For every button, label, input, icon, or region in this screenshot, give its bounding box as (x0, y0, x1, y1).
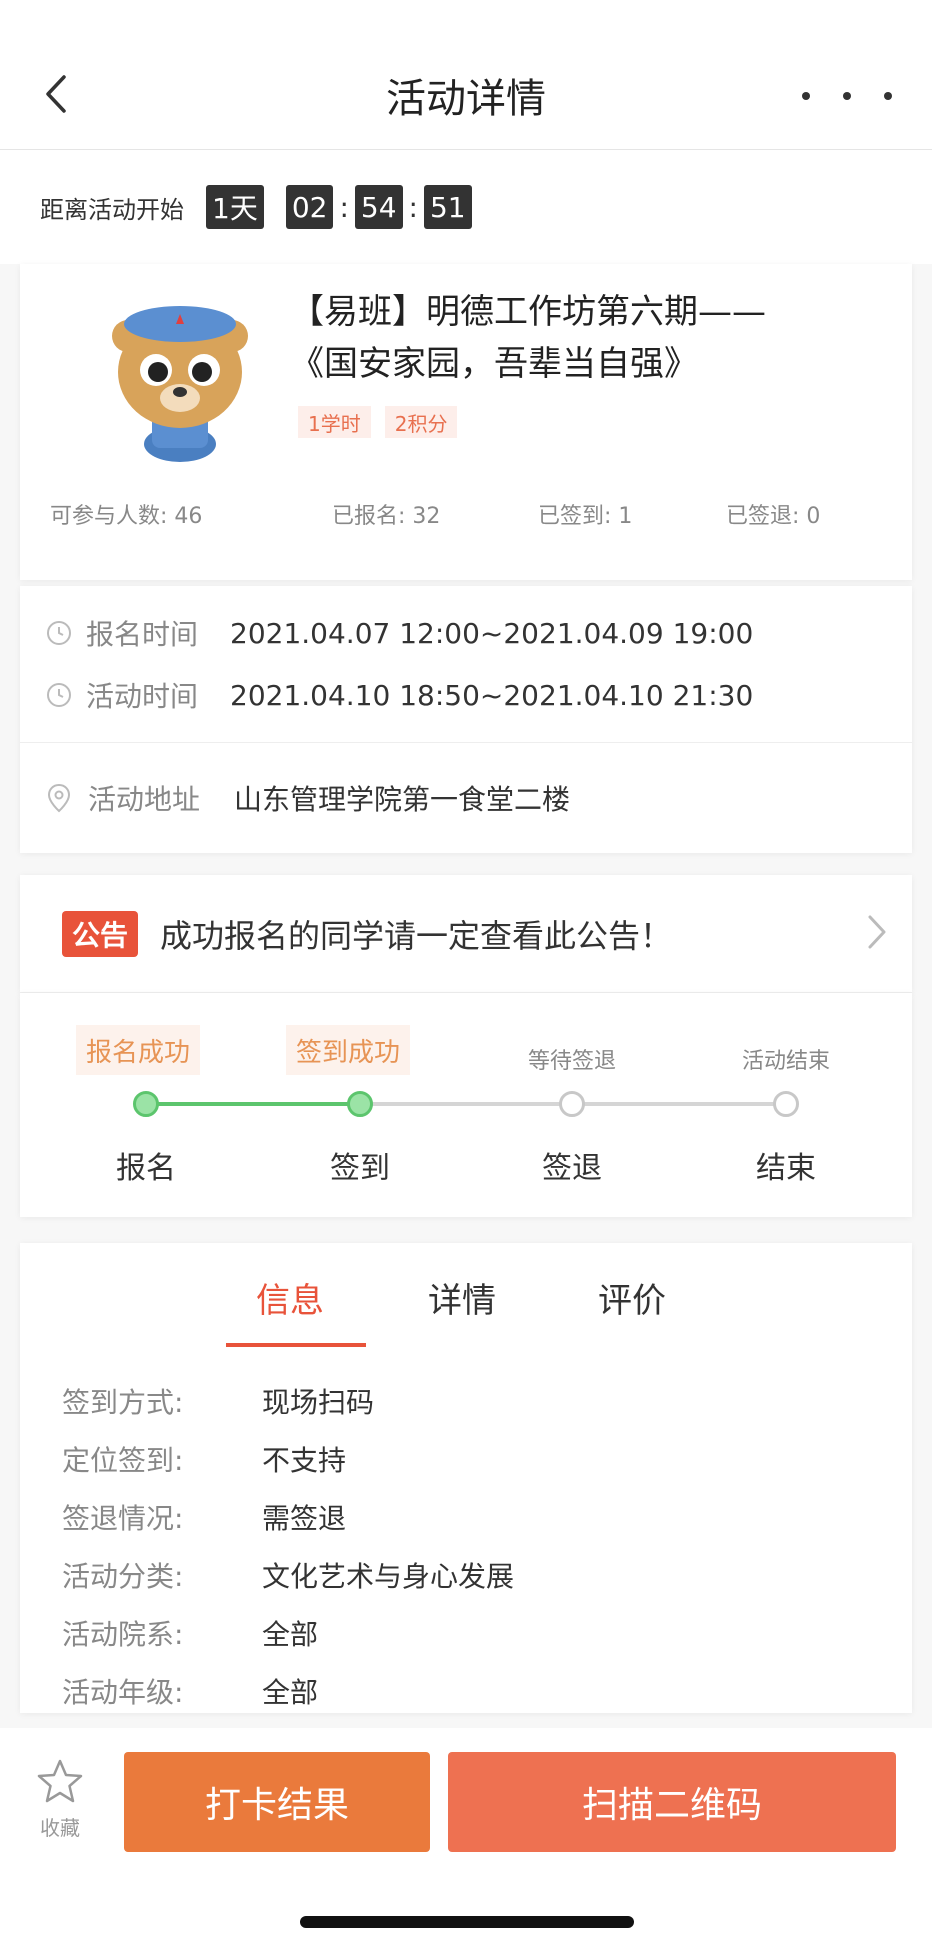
more-dot (843, 92, 851, 100)
activity-time-row: 活动时间 2021.04.10 18:50~2021.04.10 21:30 (20, 664, 912, 726)
info-row: 签退情况: 需签退 (62, 1497, 346, 1537)
info-key: 活动分类: (62, 1560, 184, 1593)
info-key: 活动院系: (62, 1618, 184, 1651)
activity-tags: 1学时 2积分 (298, 406, 471, 438)
info-row: 活动年级: 全部 (62, 1671, 318, 1711)
info-key: 签退情况: (62, 1502, 184, 1535)
step-status: 等待签退 (527, 1049, 617, 1074)
info-value: 不支持 (262, 1444, 347, 1477)
progress-steps: 报名成功 签到成功 等待签退 活动结束 报名 签到 签退 结束 (20, 993, 912, 1217)
step-status: 活动结束 (741, 1049, 831, 1074)
info-value: 现场扫码 (262, 1386, 375, 1419)
activity-title-line: 【易班】明德工作坊第六期—— (290, 292, 766, 332)
info-key: 活动年级: (62, 1676, 184, 1709)
register-time-row: 报名时间 2021.04.07 12:00~2021.04.09 19:00 (20, 602, 912, 664)
page-title: 活动详情 (386, 76, 546, 122)
activity-card: 【易班】明德工作坊第六期—— 《国安家园，吾辈当自强》 1学时 2积分 可参与人… (20, 264, 912, 580)
stat-capacity: 可参与人数: 46 (50, 504, 203, 529)
info-row: 定位签到: 不支持 (62, 1439, 346, 1479)
stat-signed-out: 已签退: 0 (726, 504, 821, 529)
step-node (347, 1091, 373, 1117)
countdown-bar: 距离活动开始 1天 02 : 54 : 51 (0, 150, 932, 264)
step-node (133, 1091, 159, 1117)
info-value: 全部 (262, 1676, 319, 1709)
favorite-button[interactable]: 收藏 (30, 1758, 90, 1841)
tab-info[interactable]: 信息 (256, 1273, 324, 1322)
more-dots-icon (802, 92, 810, 100)
notice-text: 成功报名的同学请一定查看此公告！ (160, 916, 673, 955)
activity-title: 【易班】明德工作坊第六期—— 《国安家园，吾辈当自强》 (290, 286, 910, 390)
points-tag: 2积分 (384, 406, 458, 438)
navbar: 活动详情 (0, 40, 932, 150)
checkin-result-button[interactable]: 打卡结果 (124, 1752, 430, 1852)
tab-bar: 信息 详情 评价 (20, 1243, 912, 1353)
info-value: 需签退 (262, 1502, 347, 1535)
info-row: 活动院系: 全部 (62, 1613, 318, 1653)
location-pin-icon (47, 783, 71, 813)
countdown-separator: : (339, 190, 349, 224)
notice-bar[interactable]: 公告 成功报名的同学请一定查看此公告！ (20, 875, 912, 993)
back-button[interactable] (36, 66, 76, 122)
address-row: 活动地址 山东管理学院第一食堂二楼 (20, 743, 912, 853)
clock-icon (47, 621, 71, 645)
favorite-label: 收藏 (40, 1816, 80, 1840)
stat-registered: 已报名: 32 (332, 504, 441, 529)
tab-details[interactable]: 详情 (428, 1273, 496, 1322)
activity-time-label: 活动时间 (86, 680, 199, 713)
tab-active-indicator (226, 1343, 366, 1347)
step-node (773, 1091, 799, 1117)
star-icon (37, 1759, 83, 1803)
step-node (559, 1091, 585, 1117)
bear-mascot-icon (112, 306, 248, 462)
progress-track-done (146, 1102, 360, 1106)
step-status: 签到成功 (286, 1025, 411, 1075)
tab-reviews[interactable]: 评价 (598, 1273, 666, 1322)
more-button[interactable] (802, 76, 892, 116)
info-row: 签到方式: 现场扫码 (62, 1381, 374, 1421)
more-dot (884, 92, 892, 100)
step-label: 报名 (116, 1151, 176, 1186)
info-row: 活动分类: 文化艺术与身心发展 (62, 1555, 514, 1595)
home-indicator (300, 1916, 634, 1928)
bottom-action-bar: 收藏 打卡结果 扫描二维码 (0, 1728, 932, 1948)
address-label: 活动地址 (88, 783, 201, 816)
info-key: 定位签到: (62, 1444, 184, 1477)
info-key: 签到方式: (62, 1386, 184, 1419)
countdown-label: 距离活动开始 (40, 195, 184, 224)
countdown-hours: 02 (285, 185, 334, 229)
stat-signed-in: 已签到: 1 (538, 504, 633, 529)
step-status: 报名成功 (76, 1025, 201, 1075)
clock-icon (47, 683, 71, 707)
activity-title-line: 《国安家园，吾辈当自强》 (290, 344, 698, 384)
step-label: 签到 (330, 1151, 390, 1186)
chevron-right-icon (868, 915, 886, 949)
chevron-left-icon (46, 75, 66, 113)
time-card: 报名时间 2021.04.07 12:00~2021.04.09 19:00 活… (20, 586, 912, 853)
hours-tag: 1学时 (298, 406, 371, 438)
status-bar (0, 0, 932, 40)
countdown-minutes: 54 (354, 185, 403, 229)
step-label: 结束 (756, 1151, 816, 1186)
countdown-seconds: 51 (423, 185, 472, 229)
scan-qr-button[interactable]: 扫描二维码 (448, 1752, 896, 1852)
activity-time-value: 2021.04.10 18:50~2021.04.10 21:30 (230, 678, 754, 712)
activity-stats: 可参与人数: 46 已报名: 32 已签到: 1 已签退: 0 (20, 484, 912, 544)
info-panel: 信息 详情 评价 签到方式: 现场扫码 定位签到: 不支持 签退情况: 需签退 … (20, 1243, 912, 1713)
register-time-label: 报名时间 (86, 618, 199, 651)
notice-badge: 公告 (62, 910, 139, 957)
info-value: 文化艺术与身心发展 (262, 1560, 515, 1593)
countdown-separator: : (408, 190, 418, 224)
countdown-days: 1天 (206, 185, 264, 229)
info-value: 全部 (262, 1618, 319, 1651)
register-time-value: 2021.04.07 12:00~2021.04.09 19:00 (230, 616, 754, 650)
step-label: 签退 (542, 1151, 602, 1186)
address-value: 山东管理学院第一食堂二楼 (234, 783, 571, 816)
